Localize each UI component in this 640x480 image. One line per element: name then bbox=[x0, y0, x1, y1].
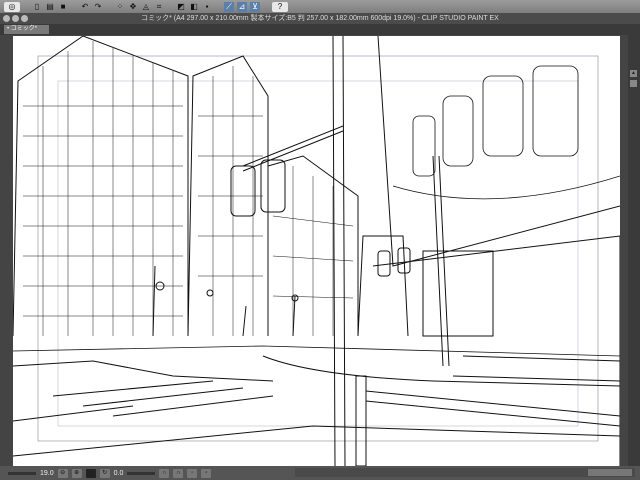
flip-horizontal-button[interactable]: ◦ bbox=[187, 468, 198, 478]
rotate-left-button[interactable]: ∩ bbox=[159, 468, 170, 478]
snap-ruler-button[interactable]: ⟋ bbox=[224, 1, 234, 12]
scale-button[interactable]: ⌗ bbox=[154, 2, 164, 12]
save-button[interactable]: ■ bbox=[58, 2, 68, 12]
zoom-slider[interactable] bbox=[8, 471, 36, 475]
new-button[interactable]: ▯ bbox=[32, 2, 42, 12]
tab-bar: • コミック* bbox=[0, 24, 640, 35]
zoom-out-button[interactable]: ⊖ bbox=[57, 468, 68, 478]
window-title: コミック* (A4 297.00 x 210.00mm 製本サイズ:B5 判 2… bbox=[141, 15, 499, 22]
undo-button[interactable]: ↶ bbox=[80, 2, 90, 12]
menu-show-button[interactable]: ◎ bbox=[4, 1, 20, 12]
line-art-illustration bbox=[13, 36, 620, 466]
layer-icon: ◧ bbox=[190, 1, 198, 11]
help-button[interactable]: ? bbox=[272, 1, 288, 12]
scale-icon: ⌗ bbox=[156, 1, 162, 11]
clear-selection-button[interactable]: ⁘ bbox=[115, 2, 125, 12]
rotate-right-button[interactable]: ∩ bbox=[173, 468, 184, 478]
zoom-in-button[interactable]: ⊕ bbox=[71, 468, 82, 478]
snap-special-button[interactable]: ⊿ bbox=[237, 1, 247, 12]
undo-icon: ↶ bbox=[81, 1, 89, 11]
canvas-paper[interactable] bbox=[13, 36, 620, 466]
snap-ruler-icon: ⟋ bbox=[226, 1, 232, 11]
tab-label: コミック* bbox=[10, 26, 38, 32]
command-bar: ◎ ▯ ▤ ■ ↶ ↷ ⁘ ✥ ◬ ⌗ ◩ ◧ ▪ ⟋ ⊿ ⊻? bbox=[0, 0, 640, 13]
fit-view-button[interactable] bbox=[85, 468, 96, 478]
layer-a-button[interactable]: ◩ bbox=[176, 2, 186, 12]
snap-grid-button[interactable]: ⊻ bbox=[250, 1, 260, 12]
snap-special-icon: ⊿ bbox=[238, 1, 246, 11]
scroll-up-button[interactable]: ▲ bbox=[630, 70, 637, 77]
transform-icon: ✥ bbox=[129, 1, 137, 11]
tab-comic[interactable]: • コミック* bbox=[4, 25, 49, 34]
rotation-slider[interactable] bbox=[127, 471, 156, 475]
horizontal-scroll-thumb[interactable] bbox=[588, 469, 632, 476]
fill-icon: ◬ bbox=[142, 1, 150, 11]
transform-button[interactable]: ✥ bbox=[128, 2, 138, 12]
open-folder-icon: ▤ bbox=[46, 1, 54, 11]
new-file-icon: ▯ bbox=[34, 1, 40, 11]
layer-icon: ▪ bbox=[205, 1, 209, 11]
zoom-value[interactable]: 19.0 bbox=[40, 470, 54, 477]
flip-vertical-button[interactable]: ▫ bbox=[201, 468, 212, 478]
selection-icon: ⁘ bbox=[116, 1, 124, 11]
layer-b-button[interactable]: ◧ bbox=[189, 2, 199, 12]
layer-c-button[interactable]: ▪ bbox=[202, 2, 212, 12]
rotation-angle-value[interactable]: 0.0 bbox=[114, 470, 124, 477]
redo-icon: ↷ bbox=[94, 1, 102, 11]
help-icon: ? bbox=[277, 1, 283, 11]
eye-icon: ◎ bbox=[8, 1, 16, 11]
canvas-area[interactable] bbox=[0, 35, 628, 466]
redo-button[interactable]: ↷ bbox=[93, 2, 103, 12]
vertical-scrollbar[interactable]: ▲ bbox=[628, 24, 640, 466]
scroll-thumb[interactable] bbox=[630, 80, 637, 87]
horizontal-scrollbar[interactable] bbox=[295, 468, 635, 477]
fill-button[interactable]: ◬ bbox=[141, 2, 151, 12]
save-icon: ■ bbox=[60, 1, 66, 11]
snap-grid-icon: ⊻ bbox=[252, 1, 258, 11]
layer-icon: ◩ bbox=[177, 1, 185, 11]
canvas-title-bar: コミック* (A4 297.00 x 210.00mm 製本サイズ:B5 判 2… bbox=[0, 13, 640, 24]
open-button[interactable]: ▤ bbox=[45, 2, 55, 12]
rotate-reset-button[interactable]: ↻ bbox=[99, 468, 110, 478]
